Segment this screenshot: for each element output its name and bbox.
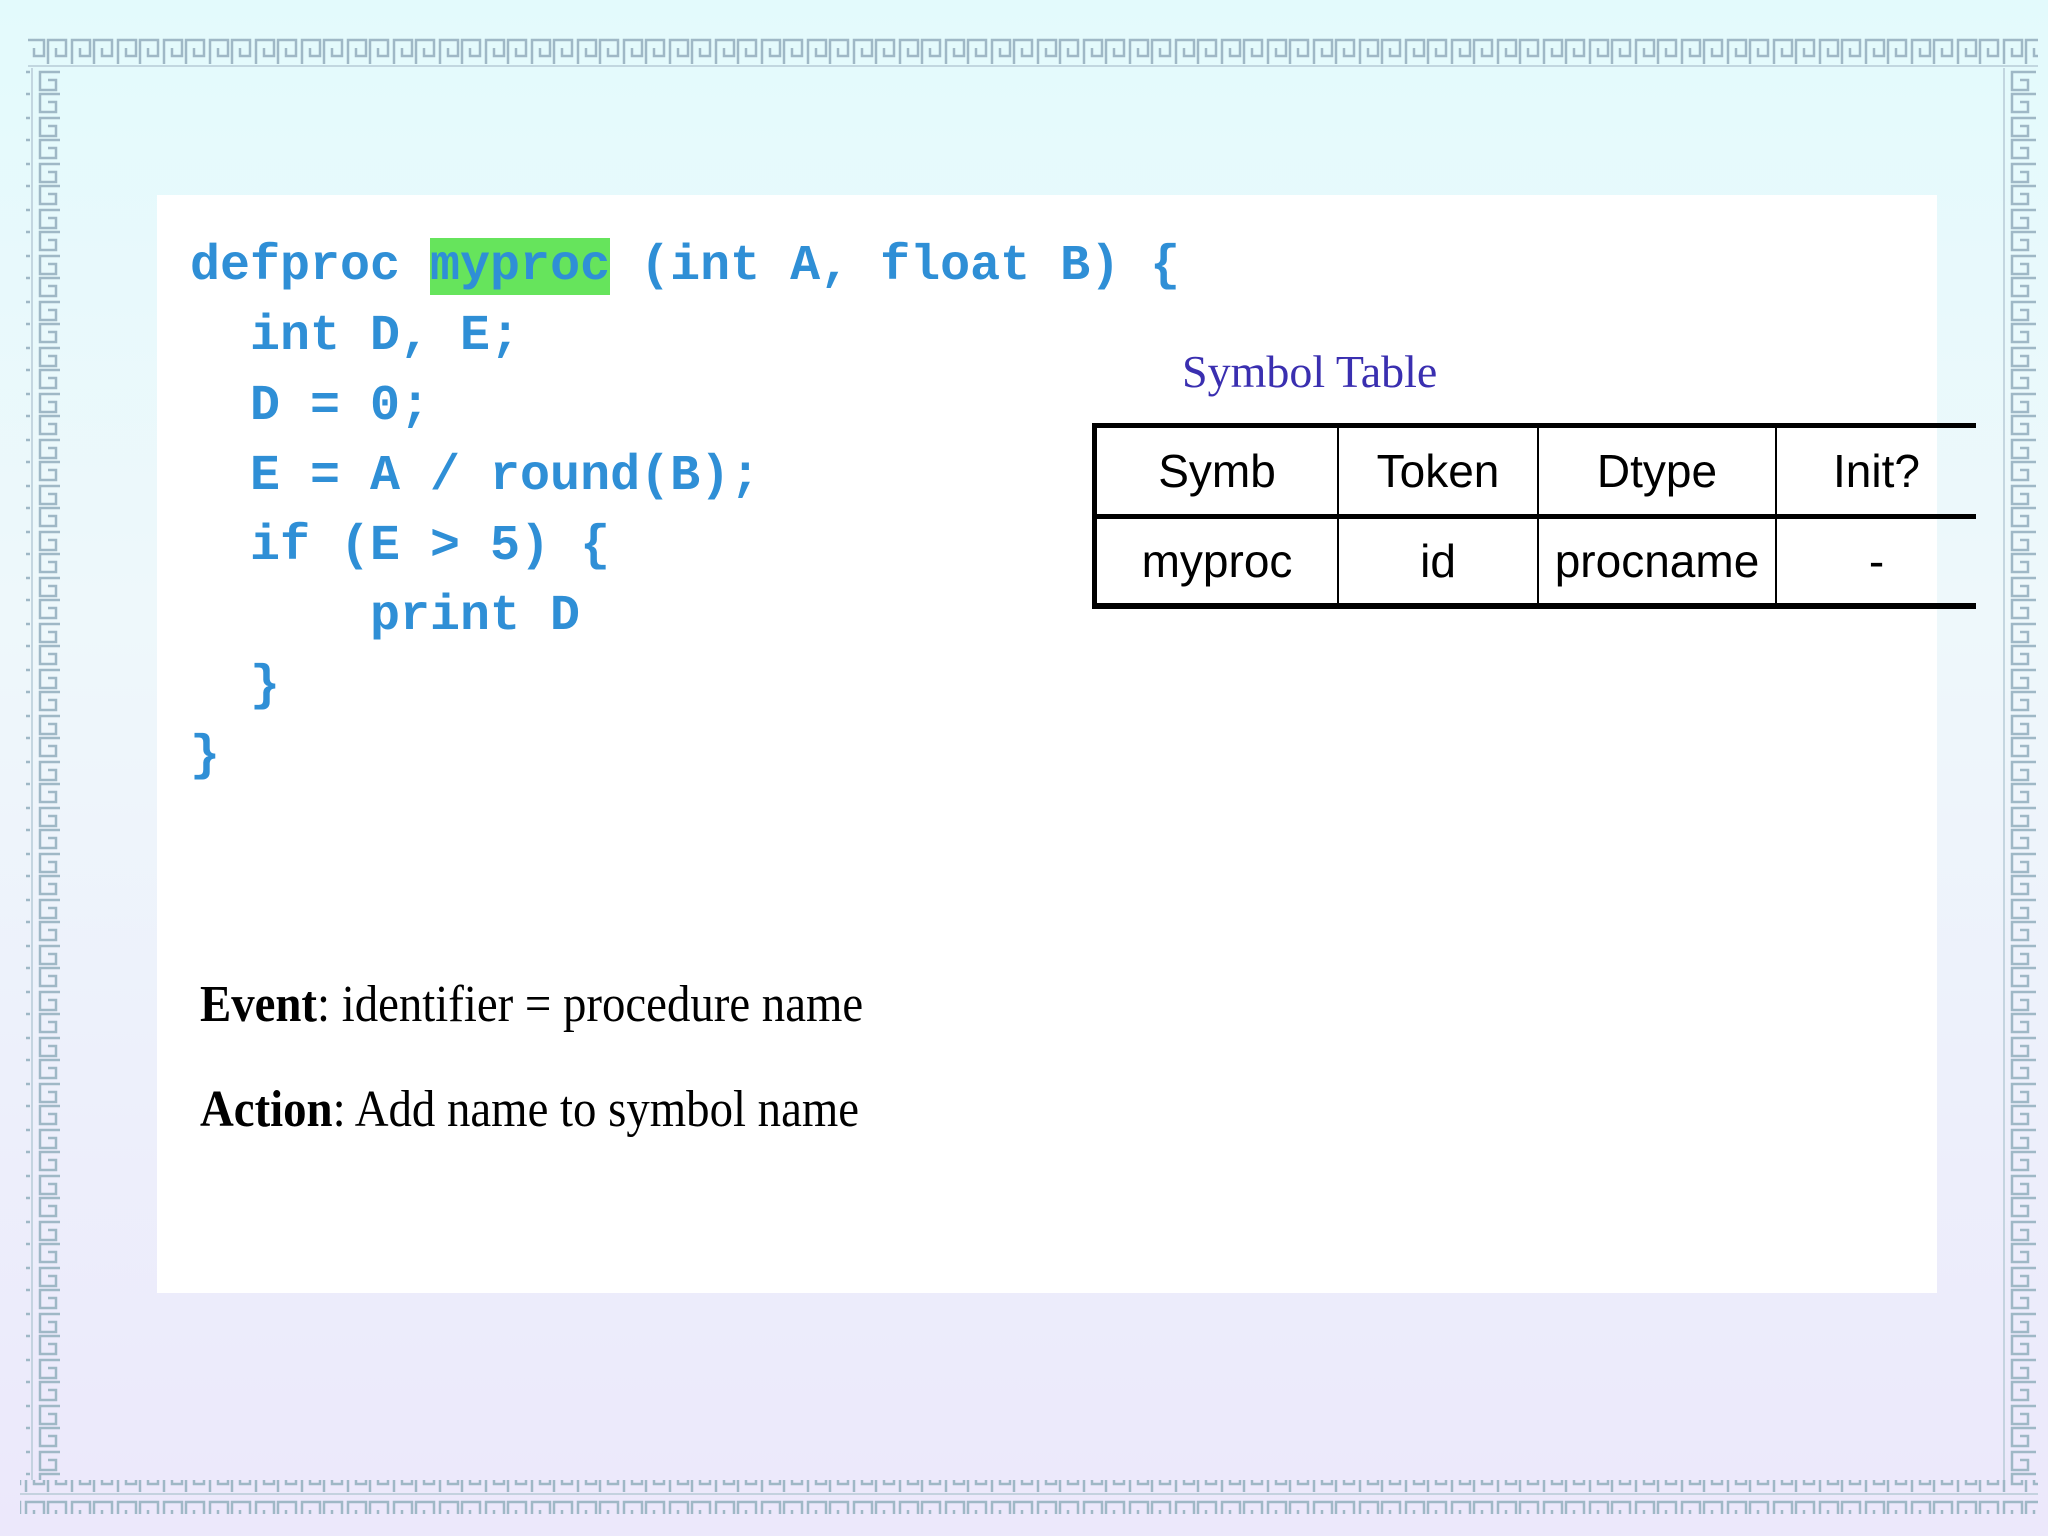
code-line-3: D = 0; — [190, 378, 431, 435]
code-params: (int A, float B) { — [610, 238, 1181, 295]
code-line-7: } — [190, 658, 281, 715]
cell-dtype: procname — [1538, 516, 1777, 606]
cell-symb: myproc — [1094, 516, 1339, 606]
symbol-table-title: Symbol Table — [1182, 346, 1438, 397]
header-symb: Symb — [1094, 425, 1339, 517]
event-text: : identifier = procedure name — [317, 976, 864, 1033]
action-label: Action — [200, 1081, 333, 1138]
code-line-6: print D — [190, 588, 581, 645]
cell-token: id — [1338, 516, 1539, 606]
table-header-row: Symb Token Dtype Init? — [1094, 425, 1976, 517]
code-line-4: E = A / round(B); — [190, 448, 761, 505]
highlighted-identifier: myproc — [430, 238, 611, 295]
cell-init: - — [1868, 535, 1885, 587]
header-init: Init? — [1833, 445, 1920, 497]
symbol-table: Symb Token Dtype Init? myproc id procnam… — [1092, 423, 1976, 609]
table-row: myproc id procname - — [1094, 516, 1977, 606]
code-block: defproc myproc (int A, float B) { int D,… — [190, 232, 1180, 792]
code-line-2: int D, E; — [190, 308, 521, 365]
action-line: Action: Add name to symbol name — [200, 1080, 859, 1139]
code-line-8: } — [190, 728, 221, 785]
code-line-5: if (E > 5) { — [190, 518, 611, 575]
code-line-1: defproc myproc (int A, float B) { — [190, 238, 1180, 295]
event-label: Event — [200, 976, 317, 1033]
event-line: Event: identifier = procedure name — [200, 975, 863, 1034]
header-token: Token — [1338, 425, 1539, 517]
header-dtype: Dtype — [1538, 425, 1777, 517]
action-text: : Add name to symbol name — [332, 1081, 860, 1138]
code-keyword-defproc: defproc — [190, 238, 431, 295]
